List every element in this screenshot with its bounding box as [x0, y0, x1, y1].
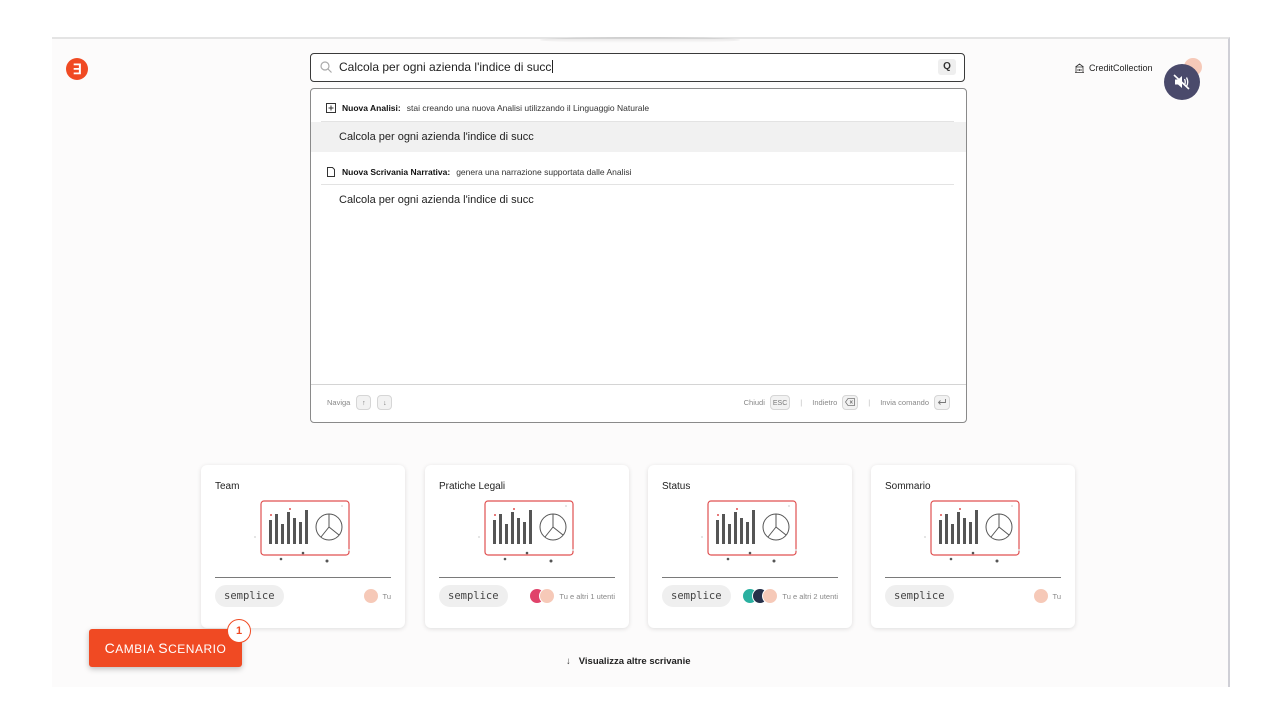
users-text: Tu e altri 1 utenti	[559, 591, 615, 601]
chart-illustration-icon	[924, 500, 1020, 563]
close-label: Chiudi	[743, 398, 765, 407]
search-icon	[320, 61, 332, 73]
section-header-new-narrative: Nuova Scrivania Narrativa: genera una na…	[326, 167, 632, 177]
suggestion-new-narrative[interactable]: Calcola per ogni azienda l'indice di suc…	[311, 185, 966, 215]
desk-type-tag: semplice	[215, 585, 284, 607]
desk-card-title: Pratiche Legali	[439, 481, 506, 492]
user-avatar	[762, 588, 779, 604]
divider	[885, 577, 1061, 578]
desk-card-title: Team	[215, 481, 240, 492]
desk-users: Tu	[1032, 588, 1061, 604]
workspace-selector[interactable]: CreditCollection	[1074, 63, 1153, 73]
desk-card[interactable]: Sommario semplice Tu	[871, 465, 1075, 628]
separator: |	[800, 398, 803, 407]
search-value: Calcola per ogni azienda l'indice di suc…	[339, 60, 554, 74]
users-text: Tu	[382, 591, 391, 601]
dropdown-footer: Naviga ↑ ↓ Chiudi ESC | Indietro | Invia…	[311, 384, 966, 422]
chart-illustration-icon	[701, 500, 797, 563]
scenario-label-rest: AMBIA	[115, 642, 159, 656]
enter-key-icon[interactable]	[934, 395, 950, 410]
document-icon	[327, 167, 335, 177]
users-text: Tu e altri 2 utenti	[782, 591, 838, 601]
divider	[662, 577, 838, 578]
divider	[215, 577, 391, 578]
separator: |	[868, 398, 871, 407]
user-avatar	[362, 588, 379, 604]
plus-square-icon	[326, 103, 336, 113]
chart-illustration-icon	[478, 500, 574, 563]
command-dropdown: Nuova Analisi: stai creando una nuova An…	[310, 88, 967, 423]
desk-card[interactable]: Status semplice Tu e altri 2 utenti	[648, 465, 852, 628]
desk-users: Tu e altri 1 utenti	[529, 588, 615, 604]
scenario-badge: 1	[227, 619, 251, 643]
user-avatar	[1032, 588, 1049, 604]
speaker-muted-icon	[1173, 74, 1190, 90]
desk-type-tag: semplice	[662, 585, 731, 607]
desk-card-title: Sommario	[885, 481, 931, 492]
desk-type-tag: semplice	[439, 585, 508, 607]
arrow-down-key[interactable]: ↓	[377, 395, 393, 410]
desk-card[interactable]: Team semplice Tu	[201, 465, 405, 628]
search-input[interactable]: Calcola per ogni azienda l'indice di suc…	[310, 53, 965, 82]
desk-type-tag: semplice	[885, 585, 954, 607]
send-label: Invia comando	[880, 398, 929, 407]
top-shadow	[540, 37, 740, 43]
esc-key[interactable]: ESC	[769, 395, 791, 410]
desk-users: Tu	[362, 588, 391, 604]
show-more-desks-link[interactable]: ↓ Visualizza altre scrivanie	[566, 656, 691, 667]
users-text: Tu	[1052, 591, 1061, 601]
desk-users: Tu e altri 2 utenti	[742, 588, 838, 604]
desk-card[interactable]: Pratiche Legali semplice Tu e altri 1 ut…	[425, 465, 629, 628]
section-header-new-analysis: Nuova Analisi: stai creando una nuova An…	[326, 103, 649, 113]
show-more-label: Visualizza altre scrivanie	[578, 656, 691, 667]
navigate-label: Naviga	[327, 398, 351, 407]
change-scenario-button[interactable]: CAMBIA SCENARIO	[89, 629, 242, 667]
section-description: genera una narrazione supportata dalle A…	[456, 167, 632, 177]
divider	[439, 577, 615, 578]
backspace-key-icon[interactable]	[842, 395, 859, 410]
suggestion-new-analysis[interactable]: Calcola per ogni azienda l'indice di suc…	[311, 122, 966, 152]
section-description: stai creando una nuova Analisi utilizzan…	[406, 103, 650, 113]
desk-card-title: Status	[662, 481, 691, 492]
building-icon	[1075, 63, 1084, 73]
back-label: Indietro	[812, 398, 838, 407]
search-shortcut-key[interactable]: Q	[938, 59, 956, 75]
section-title: Nuova Scrivania Narrativa:	[342, 167, 451, 177]
scenario-label-rest2: CENARIO	[168, 642, 227, 656]
app-logo-icon[interactable]: ∃	[66, 58, 88, 80]
scenario-label-s: S	[158, 640, 169, 656]
arrow-down-icon: ↓	[566, 656, 571, 667]
navigate-hint: Naviga ↑ ↓	[327, 395, 393, 410]
arrow-up-key[interactable]: ↑	[356, 395, 372, 410]
section-title: Nuova Analisi:	[342, 103, 401, 113]
chart-illustration-icon	[254, 500, 350, 563]
mute-button[interactable]	[1164, 64, 1200, 100]
scenario-label-c: C	[104, 640, 116, 656]
user-avatar	[539, 588, 556, 604]
workspace-label: CreditCollection	[1089, 63, 1153, 73]
footer-actions: Chiudi ESC | Indietro | Invia comando	[744, 395, 950, 410]
